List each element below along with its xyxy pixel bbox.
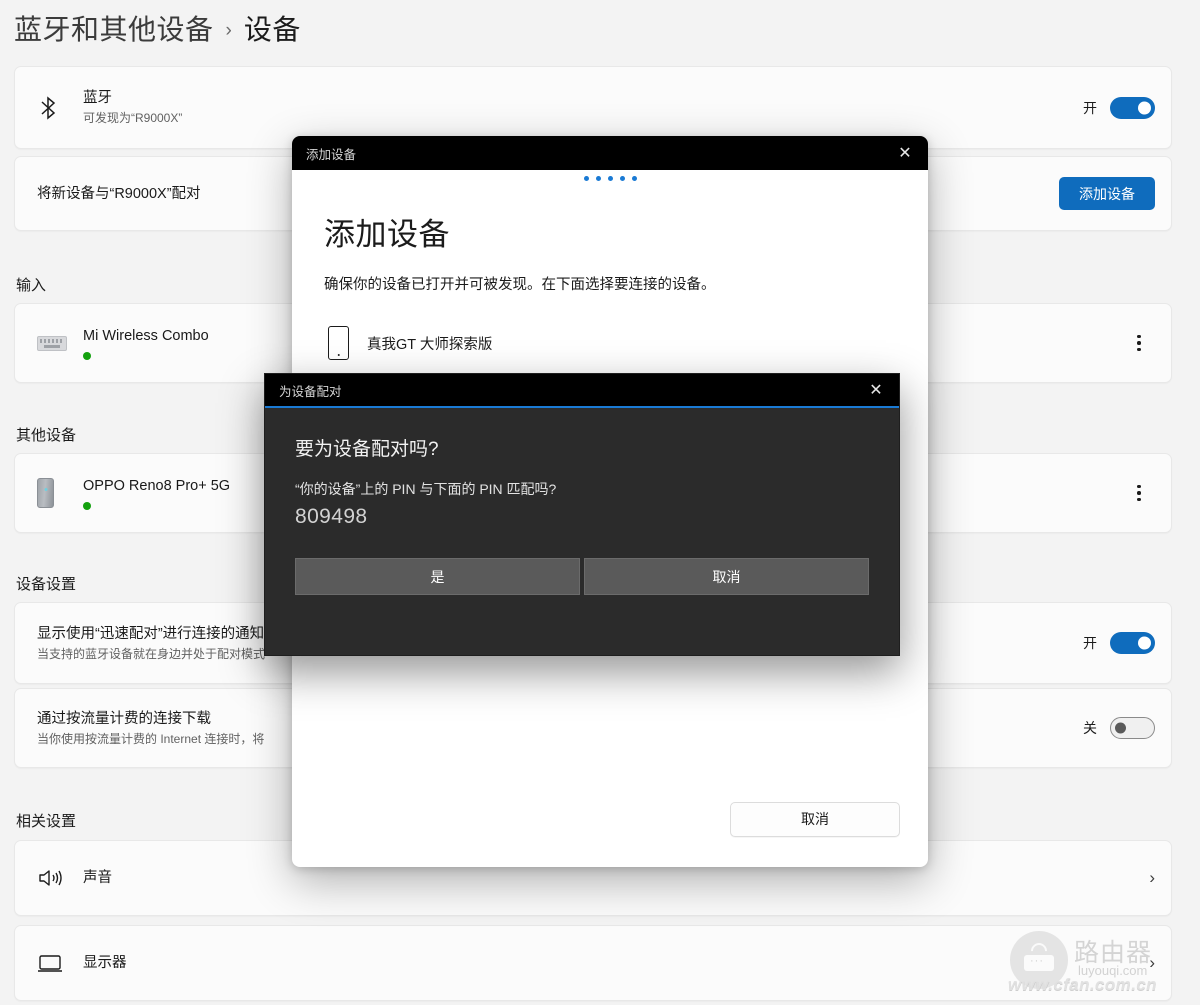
pair-dialog-titlebar: 为设备配对 ✕ <box>265 374 899 406</box>
device-more-menu-icon[interactable] <box>1123 477 1155 509</box>
toggle-knob <box>1138 637 1151 650</box>
device-more-menu-icon[interactable] <box>1123 327 1155 359</box>
phone-outline-icon <box>328 326 349 360</box>
section-heading-device-settings: 设备设置 <box>16 573 76 594</box>
bluetooth-subtitle: 可发现为“R9000X” <box>83 109 1083 127</box>
pair-yes-button[interactable]: 是 <box>295 558 580 595</box>
toggle-knob <box>1138 101 1151 114</box>
pair-device-dialog: 为设备配对 ✕ 要为设备配对吗? “你的设备”上的 PIN 与下面的 PIN 匹… <box>264 373 900 656</box>
discovered-device-item[interactable]: 真我GT 大师探索版 <box>324 320 896 366</box>
metered-state-label: 关 <box>1083 718 1097 738</box>
related-setting-label: 显示器 <box>83 953 1149 973</box>
chevron-right-icon: › <box>226 20 232 42</box>
phone-icon <box>37 478 83 508</box>
bluetooth-state-label: 开 <box>1083 98 1097 118</box>
section-heading-other-devices: 其他设备 <box>16 424 76 445</box>
status-badge-connected <box>83 352 91 360</box>
chevron-right-icon: › <box>1149 953 1155 973</box>
pair-cancel-button[interactable]: 取消 <box>584 558 869 595</box>
monitor-icon <box>37 953 83 973</box>
related-setting-label: 声音 <box>83 868 1149 888</box>
breadcrumb: 蓝牙和其他设备 › 设备 <box>14 8 301 48</box>
status-badge-connected <box>83 502 91 510</box>
add-device-description: 确保你的设备已打开并可被发现。在下面选择要连接的设备。 <box>324 274 896 296</box>
section-heading-related-settings: 相关设置 <box>16 810 76 831</box>
breadcrumb-parent-link[interactable]: 蓝牙和其他设备 <box>14 8 214 48</box>
related-setting-display[interactable]: 显示器 › <box>14 925 1172 1001</box>
toggle-knob <box>1115 723 1126 734</box>
add-device-dialog-footer: 取消 <box>292 771 928 867</box>
swift-pair-toggle[interactable] <box>1110 632 1155 654</box>
add-device-cancel-button[interactable]: 取消 <box>730 802 900 837</box>
page-title: 设备 <box>244 8 301 48</box>
add-device-heading: 添加设备 <box>324 209 896 254</box>
metered-toggle[interactable] <box>1110 717 1155 739</box>
pair-dialog-pin: 809498 <box>295 505 869 529</box>
add-device-button[interactable]: 添加设备 <box>1059 177 1155 210</box>
speaker-icon <box>37 867 83 889</box>
settings-page: 蓝牙和其他设备 › 设备 蓝牙 可发现为“R9000X” 开 将新设备与“R <box>0 0 1200 1005</box>
pair-dialog-title: 为设备配对 <box>279 381 342 400</box>
chevron-right-icon: › <box>1149 868 1155 888</box>
progress-dots <box>292 170 928 181</box>
pair-dialog-heading: 要为设备配对吗? <box>295 434 869 461</box>
close-icon[interactable]: ✕ <box>853 373 899 407</box>
bluetooth-toggle[interactable] <box>1110 97 1155 119</box>
add-device-dialog-title: 添加设备 <box>306 144 356 163</box>
close-icon[interactable]: ✕ <box>882 136 928 170</box>
keyboard-icon <box>37 336 83 351</box>
bluetooth-title: 蓝牙 <box>83 88 1083 108</box>
pair-dialog-question: “你的设备”上的 PIN 与下面的 PIN 匹配吗? <box>295 479 869 499</box>
add-device-dialog-titlebar: 添加设备 ✕ <box>292 136 928 170</box>
discovered-device-name: 真我GT 大师探索版 <box>367 333 492 354</box>
bluetooth-icon <box>37 95 83 121</box>
swift-pair-state-label: 开 <box>1083 633 1097 653</box>
section-heading-input: 输入 <box>16 274 46 295</box>
